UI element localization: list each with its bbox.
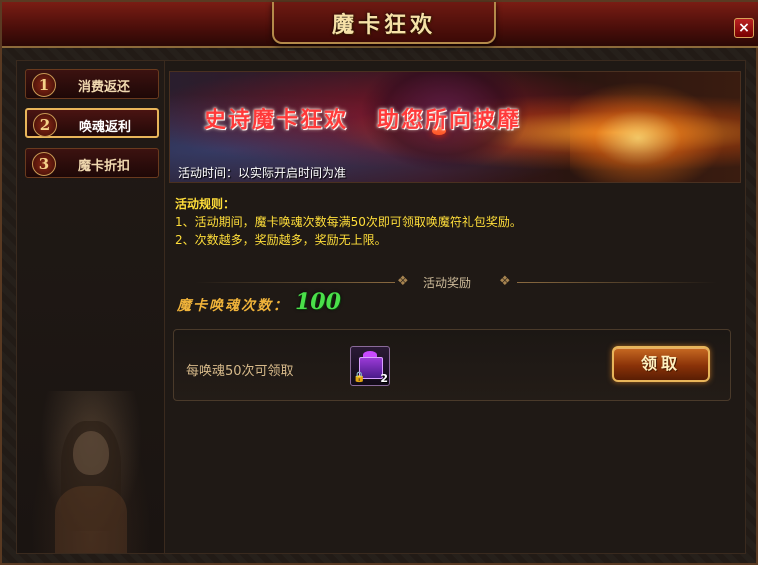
sidebar-item-card-discount[interactable]: 3 魔卡折扣 bbox=[25, 148, 159, 178]
title-plate: 魔卡狂欢 bbox=[272, 2, 496, 44]
character-portrait bbox=[31, 391, 151, 553]
close-icon: × bbox=[738, 20, 750, 36]
sidebar-item-label: 魔卡折扣 bbox=[78, 159, 131, 174]
event-banner: 史诗魔卡狂欢 助您所向披靡 活动时间：以实际开启时间为准 bbox=[169, 71, 741, 183]
close-button[interactable]: × bbox=[734, 18, 754, 38]
sidebar-item-consume-rebate[interactable]: 1 消费返还 bbox=[25, 69, 159, 99]
divider-line-right bbox=[517, 282, 717, 283]
sidebar-item-summon-rebate[interactable]: 2 唤魂返利 bbox=[25, 108, 159, 138]
claim-button[interactable]: 领取 bbox=[612, 346, 710, 382]
portrait-head bbox=[73, 431, 109, 475]
summon-count-label: 魔卡唤魂次数： bbox=[177, 298, 289, 314]
window-title: 魔卡狂欢 bbox=[331, 13, 436, 38]
sidebar-item-label: 唤魂返利 bbox=[79, 120, 132, 135]
sidebar-item-number: 1 bbox=[32, 73, 56, 97]
window-header: 魔卡狂欢 × bbox=[2, 2, 758, 48]
item-quantity: 2 bbox=[380, 372, 388, 385]
reward-row: 每唤魂50次可领取 🔒 2 领取 bbox=[173, 329, 731, 401]
main-panel: 史诗魔卡狂欢 助您所向披靡 活动时间：以实际开启时间为准 活动规则： 1、活动期… bbox=[164, 60, 746, 554]
sidebar: 1 消费返还 2 唤魂返利 3 魔卡折扣 bbox=[16, 60, 166, 554]
banner-slogan: 史诗魔卡狂欢 助您所向披靡 bbox=[204, 107, 521, 133]
rewards-divider: ❖ 活动奖励 ❖ bbox=[165, 274, 745, 290]
banner-fire bbox=[570, 72, 740, 182]
lock-icon: 🔒 bbox=[353, 372, 366, 383]
reward-condition: 每唤魂50次可领取 bbox=[186, 364, 294, 379]
portrait-body bbox=[55, 486, 127, 553]
rewards-section-label: 活动奖励 bbox=[423, 276, 472, 290]
sidebar-item-number: 3 bbox=[32, 152, 56, 176]
ornament-icon: ❖ bbox=[397, 274, 409, 289]
rule-line: 1、活动期间，魔卡唤魂次数每满50次即可领取唤魔符礼包奖励。 bbox=[175, 215, 522, 229]
event-window: 魔卡狂欢 × 1 消费返还 2 唤魂返利 3 魔卡折扣 史诗魔卡狂欢 助您所向披… bbox=[0, 0, 758, 565]
sidebar-item-label: 消费返还 bbox=[78, 80, 131, 95]
sidebar-item-number: 2 bbox=[33, 113, 57, 137]
event-rules: 活动规则： 1、活动期间，魔卡唤魂次数每满50次即可领取唤魔符礼包奖励。 2、次… bbox=[175, 195, 731, 249]
gift-box-icon[interactable]: 🔒 2 bbox=[350, 346, 390, 386]
divider-line-left bbox=[195, 282, 395, 283]
ornament-icon: ❖ bbox=[499, 274, 511, 289]
rule-line: 2、次数越多，奖励越多，奖励无上限。 bbox=[175, 233, 387, 247]
event-time: 活动时间：以实际开启时间为准 bbox=[178, 166, 347, 180]
rules-title: 活动规则： bbox=[175, 197, 236, 211]
summon-count-value: 100 bbox=[295, 289, 341, 315]
